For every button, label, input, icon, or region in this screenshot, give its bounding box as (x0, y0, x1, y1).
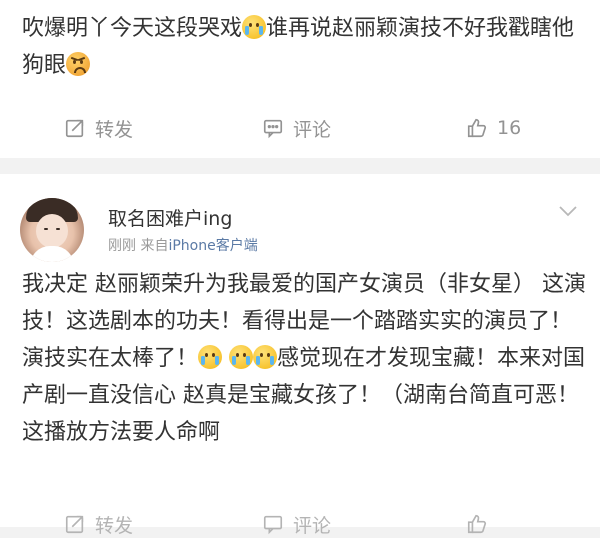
source-link[interactable]: iPhone客户端 (168, 238, 257, 254)
source-prefix: 来自 (140, 238, 169, 254)
like-count: 16 (497, 117, 522, 139)
comment-label: 评论 (293, 514, 332, 537)
angry-face-emoji-icon (66, 52, 91, 76)
repost-button[interactable]: 转发 (64, 511, 133, 538)
post-meta: 刚刚 来自iPhone客户端 (108, 235, 258, 255)
repost-label: 转发 (95, 118, 134, 141)
post-text: 吹爆明丫今天这段哭戏 谁再说赵丽颖演技不好我戳瞎他狗眼 (22, 10, 586, 84)
comment-button[interactable]: 评论 (262, 115, 331, 142)
crying-face-emoji-icon (229, 345, 254, 369)
repost-icon (65, 515, 84, 534)
post-actions-bar: 转发 评论 (0, 513, 600, 537)
like-button[interactable]: 16 (466, 117, 521, 139)
repost-icon (65, 119, 84, 138)
crying-face-emoji-icon (242, 15, 267, 39)
comment-button[interactable]: 评论 (262, 511, 331, 538)
post-text-part1: 吹爆明丫今天这段哭戏 (22, 16, 243, 41)
post-time: 刚刚 (108, 238, 136, 254)
crying-face-emoji-icon (253, 345, 278, 369)
repost-label: 转发 (95, 514, 134, 537)
thumbs-up-icon (467, 118, 487, 138)
comment-label: 评论 (293, 118, 332, 141)
post-card-top: 吹爆明丫今天这段哭戏 谁再说赵丽颖演技不好我戳瞎他狗眼 转发 评论 16 (0, 0, 600, 158)
feed-separator (0, 158, 600, 174)
crying-face-emoji-icon (198, 345, 223, 369)
user-name[interactable]: 取名困难户ing (108, 204, 232, 231)
chevron-down-icon[interactable] (558, 204, 578, 218)
avatar[interactable] (20, 198, 84, 262)
comment-icon (263, 515, 283, 535)
thumbs-up-icon (467, 514, 487, 534)
like-button[interactable] (466, 513, 497, 535)
post-actions-bar: 转发 评论 16 (0, 108, 600, 148)
repost-button[interactable]: 转发 (64, 115, 133, 142)
post-text: 我决定 赵丽颖荣升为我最爱的国产女演员（非女星） 这演技！这选剧本的功夫！看得出… (22, 266, 586, 451)
post-card: 取名困难户ing 刚刚 来自iPhone客户端 我决定 赵丽颖荣升为我最爱的国产… (0, 174, 600, 537)
comment-icon (263, 119, 283, 139)
